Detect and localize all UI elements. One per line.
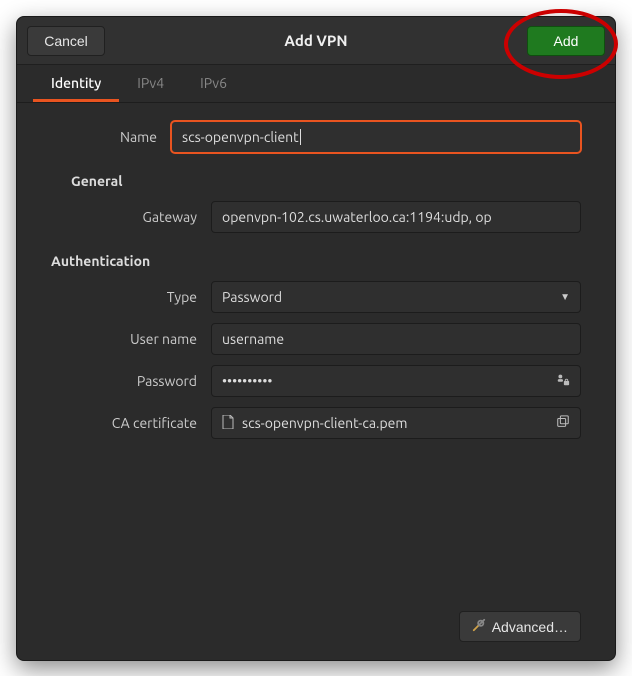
tab-ipv4[interactable]: IPv4 (119, 65, 182, 102)
advanced-label: Advanced… (492, 619, 568, 635)
footer-row: Advanced… (51, 607, 581, 646)
dialog-title: Add VPN (105, 32, 527, 49)
gateway-input[interactable]: openvpn-102.cs.uwaterloo.ca:1194:udp, op (211, 201, 581, 233)
cancel-button[interactable]: Cancel (27, 26, 105, 56)
password-input[interactable]: •••••••••• (211, 365, 581, 397)
tools-icon (472, 618, 486, 635)
text-cursor (300, 129, 301, 145)
gateway-row: Gateway openvpn-102.cs.uwaterloo.ca:1194… (81, 201, 581, 233)
username-label: User name (81, 331, 211, 347)
auth-heading: Authentication (51, 253, 581, 269)
password-label: Password (81, 373, 211, 389)
gateway-label: Gateway (81, 209, 211, 225)
file-icon (222, 415, 234, 432)
tab-identity[interactable]: Identity (33, 65, 119, 102)
name-row: Name scs-openvpn-client (51, 121, 581, 153)
type-select[interactable]: Password ▼ (211, 281, 581, 313)
ca-cert-label: CA certificate (81, 415, 211, 431)
gateway-value: openvpn-102.cs.uwaterloo.ca:1194:udp, op (222, 209, 492, 225)
add-vpn-dialog: Cancel Add VPN Add Identity IPv4 IPv6 Na… (16, 16, 616, 661)
tab-ipv6[interactable]: IPv6 (182, 65, 245, 102)
name-input[interactable]: scs-openvpn-client (171, 121, 581, 153)
dialog-content: Name scs-openvpn-client General Gateway … (17, 103, 615, 660)
add-button[interactable]: Add (527, 26, 605, 56)
name-value: scs-openvpn-client (182, 129, 299, 145)
browse-icon[interactable] (556, 415, 570, 432)
type-label: Type (81, 289, 211, 305)
ca-cert-value: scs-openvpn-client-ca.pem (242, 415, 407, 431)
dialog-header: Cancel Add VPN Add (17, 17, 615, 65)
tab-bar: Identity IPv4 IPv6 (17, 65, 615, 103)
name-label: Name (51, 129, 171, 145)
username-input[interactable]: username (211, 323, 581, 355)
ca-cert-row: CA certificate scs-openvpn-client-ca.pem (81, 407, 581, 439)
type-row: Type Password ▼ (81, 281, 581, 313)
type-value: Password (222, 289, 282, 305)
password-value: •••••••••• (222, 373, 272, 389)
chevron-down-icon: ▼ (560, 291, 570, 303)
username-value: username (222, 331, 284, 347)
general-heading: General (71, 173, 581, 189)
password-store-icon[interactable] (556, 373, 570, 390)
advanced-button[interactable]: Advanced… (459, 611, 581, 642)
password-row: Password •••••••••• (81, 365, 581, 397)
ca-cert-chooser[interactable]: scs-openvpn-client-ca.pem (211, 407, 581, 439)
username-row: User name username (81, 323, 581, 355)
